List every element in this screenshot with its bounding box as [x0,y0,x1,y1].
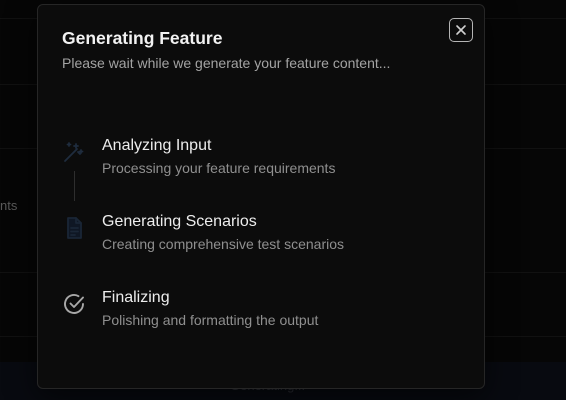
step-connector [74,171,75,201]
check-circle-icon [62,292,86,316]
step-description-generating: Creating comprehensive test scenarios [102,236,345,252]
step-title-generating: Generating Scenarios [102,213,257,230]
dialog-title: Generating Feature [62,28,223,48]
document-icon [62,216,86,240]
close-icon [455,24,467,36]
generating-feature-dialog: Generating Feature Please wait while we … [37,4,485,389]
wand-sparkles-icon [62,140,86,164]
step-title-analyzing: Analyzing Input [102,137,212,154]
dialog-subtitle: Please wait while we generate your featu… [62,55,391,71]
step-description-finalizing: Polishing and formatting the output [102,312,319,328]
background-text-fragment: nts [0,198,18,213]
step-title-finalizing: Finalizing [102,289,170,306]
step-description-analyzing: Processing your feature requirements [102,160,336,176]
close-button[interactable] [449,18,473,42]
